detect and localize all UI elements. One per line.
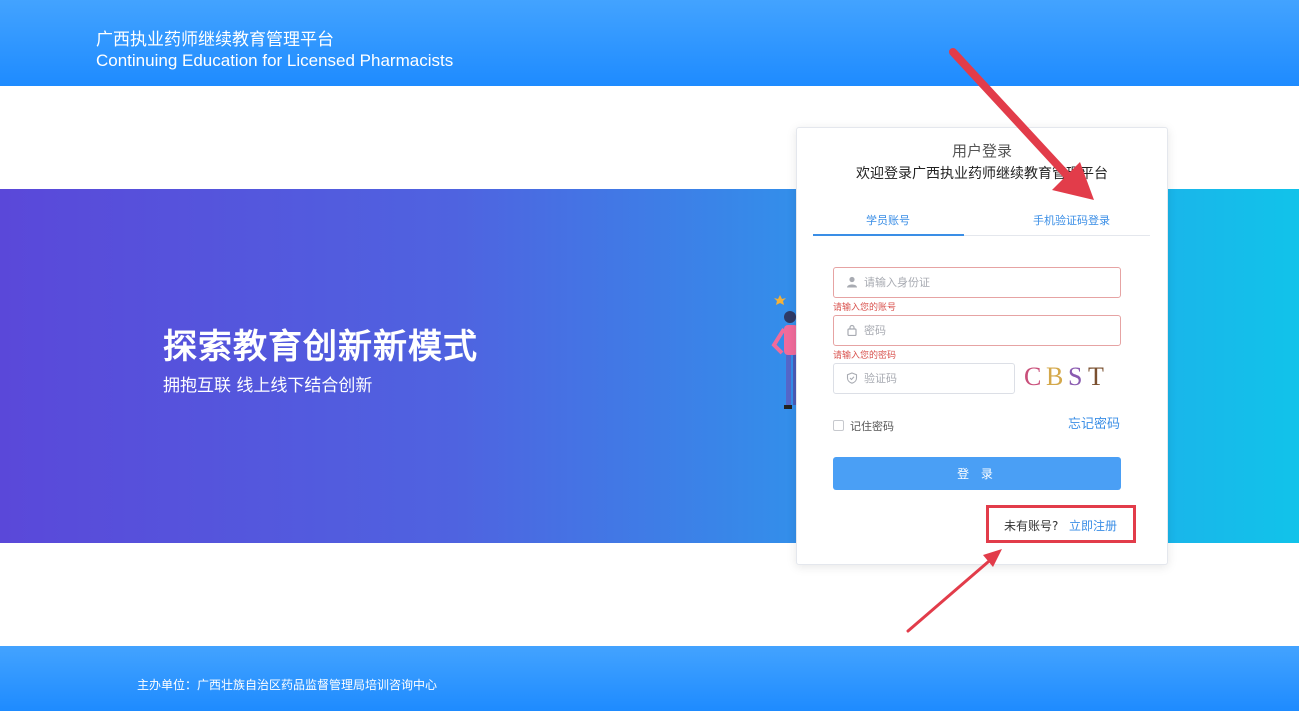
id-number-field bbox=[833, 267, 1121, 298]
password-error-text: 请输入您的密码 bbox=[833, 351, 897, 361]
platform-title-en: Continuing Education for Licensed Pharma… bbox=[96, 51, 454, 70]
captcha-image[interactable]: C B S T bbox=[1022, 360, 1112, 396]
captcha-char: C bbox=[1024, 362, 1042, 391]
login-tabs: 学员账号 手机验证码登录 bbox=[813, 208, 1150, 236]
user-icon bbox=[845, 276, 859, 290]
platform-title-cn: 广西执业药师继续教育管理平台 bbox=[96, 30, 334, 50]
banner-subline: 拥抱互联 线上线下结合创新 bbox=[163, 376, 373, 396]
captcha-field bbox=[833, 363, 1015, 394]
login-card: 用户登录 欢迎登录广西执业药师继续教育管理平台 学员账号 手机验证码登录 请输入… bbox=[796, 127, 1168, 565]
id-number-input[interactable] bbox=[864, 272, 1104, 293]
captcha-char: S bbox=[1068, 362, 1083, 391]
register-highlight: 未有账号? 立即注册 bbox=[986, 505, 1136, 543]
active-tab-indicator bbox=[813, 234, 964, 236]
tab-sms-login[interactable]: 手机验证码登录 bbox=[1033, 212, 1110, 228]
remember-checkbox[interactable] bbox=[833, 420, 844, 431]
page-footer: 主办单位：广西壮族自治区药品监督管理局培训咨询中心 bbox=[0, 646, 1299, 711]
remember-password[interactable]: 记住密码 bbox=[833, 418, 894, 434]
banner-headline: 探索教育创新新模式 bbox=[163, 327, 478, 367]
password-input[interactable] bbox=[864, 320, 1104, 341]
lock-icon bbox=[845, 324, 859, 338]
no-account-text: 未有账号? bbox=[1004, 519, 1059, 533]
captcha-input[interactable] bbox=[864, 368, 1004, 389]
welcome-text: 欢迎登录广西执业药师继续教育管理平台 bbox=[856, 166, 1108, 182]
register-link[interactable]: 立即注册 bbox=[1069, 517, 1117, 534]
id-error-text: 请输入您的账号 bbox=[833, 303, 897, 313]
login-button[interactable]: 登 录 bbox=[833, 457, 1121, 490]
remember-label: 记住密码 bbox=[850, 420, 894, 433]
top-header: 广西执业药师继续教育管理平台 Continuing Education for … bbox=[0, 0, 1299, 86]
tab-student-account[interactable]: 学员账号 bbox=[866, 212, 910, 228]
captcha-char: B bbox=[1046, 362, 1064, 391]
organizer-text: 主办单位：广西壮族自治区药品监督管理局培训咨询中心 bbox=[137, 678, 438, 692]
forgot-password-link[interactable]: 忘记密码 bbox=[1068, 413, 1120, 432]
captcha-char: T bbox=[1088, 362, 1104, 391]
shield-check-icon bbox=[845, 372, 859, 386]
password-field bbox=[833, 315, 1121, 346]
login-card-title: 用户登录 bbox=[951, 142, 1012, 160]
